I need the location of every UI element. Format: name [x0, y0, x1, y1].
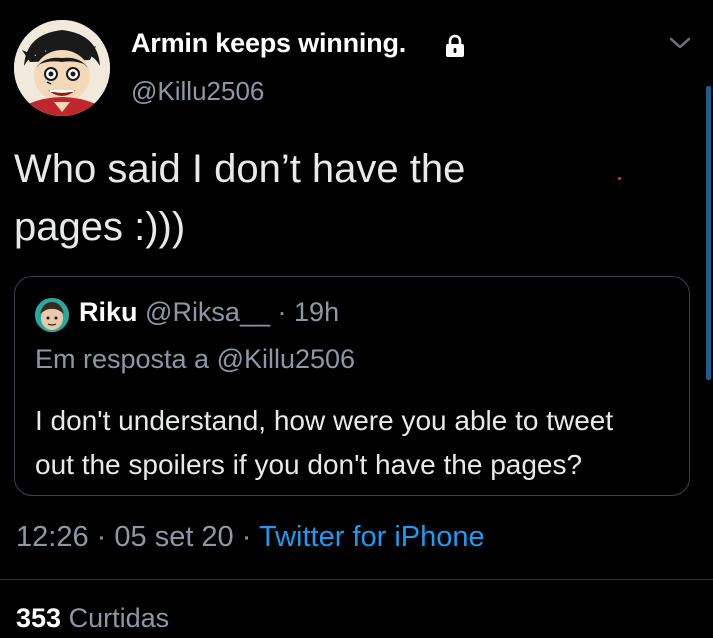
- likes-count: 353: [16, 603, 62, 633]
- tweet-meta: 12:26 · 05 set 20 · Twitter for iPhone: [16, 521, 485, 554]
- tweet-text-line: pages :))): [14, 205, 186, 249]
- quote-timestamp: 19h: [294, 297, 340, 327]
- quoted-tweet[interactable]: Riku @Riksa__ · 19h Em resposta a @Killu…: [14, 276, 690, 496]
- cartoon-avatar: [35, 298, 69, 332]
- likes-label: Curtidas: [68, 603, 170, 633]
- reply-context: Em resposta a @Killu2506: [35, 344, 356, 374]
- separator-dot: ·: [241, 521, 252, 553]
- scrollbar[interactable]: [706, 86, 711, 380]
- quote-header: Riku @Riksa__ · 19h: [79, 297, 339, 328]
- likes-stat[interactable]: 353 Curtidas: [16, 603, 169, 634]
- anime-character-avatar: [14, 20, 110, 116]
- tweet-date: 05 set 20: [114, 521, 234, 553]
- author-display-name[interactable]: Armin keeps winning.: [131, 28, 406, 59]
- tweet-detail: Armin keeps winning. @Killu2506 Who said…: [0, 0, 713, 638]
- author-avatar[interactable]: [14, 20, 110, 116]
- tweet-text: Who said I don’t have the pages :))): [14, 140, 614, 256]
- divider: [0, 579, 713, 580]
- tweet-text-line: Who said I don’t have the: [14, 147, 466, 191]
- quote-author-avatar[interactable]: [35, 298, 69, 332]
- separator-dot: ·: [277, 297, 287, 327]
- red-dot: [618, 177, 621, 180]
- lock-icon: [446, 34, 464, 57]
- quote-text: I don't understand, how were you able to…: [35, 399, 675, 487]
- quote-text-line: out the spoilers if you don't have the p…: [35, 449, 583, 480]
- author-handle[interactable]: @Killu2506: [131, 76, 264, 107]
- quote-author-name[interactable]: Riku: [79, 297, 138, 327]
- quote-author-handle[interactable]: @Riksa__: [145, 297, 270, 327]
- separator-dot: ·: [96, 521, 107, 553]
- tweet-source-link[interactable]: Twitter for iPhone: [259, 521, 485, 553]
- quote-text-line: I don't understand, how were you able to…: [35, 405, 614, 436]
- chevron-down-icon[interactable]: [668, 34, 692, 52]
- tweet-time: 12:26: [16, 521, 89, 553]
